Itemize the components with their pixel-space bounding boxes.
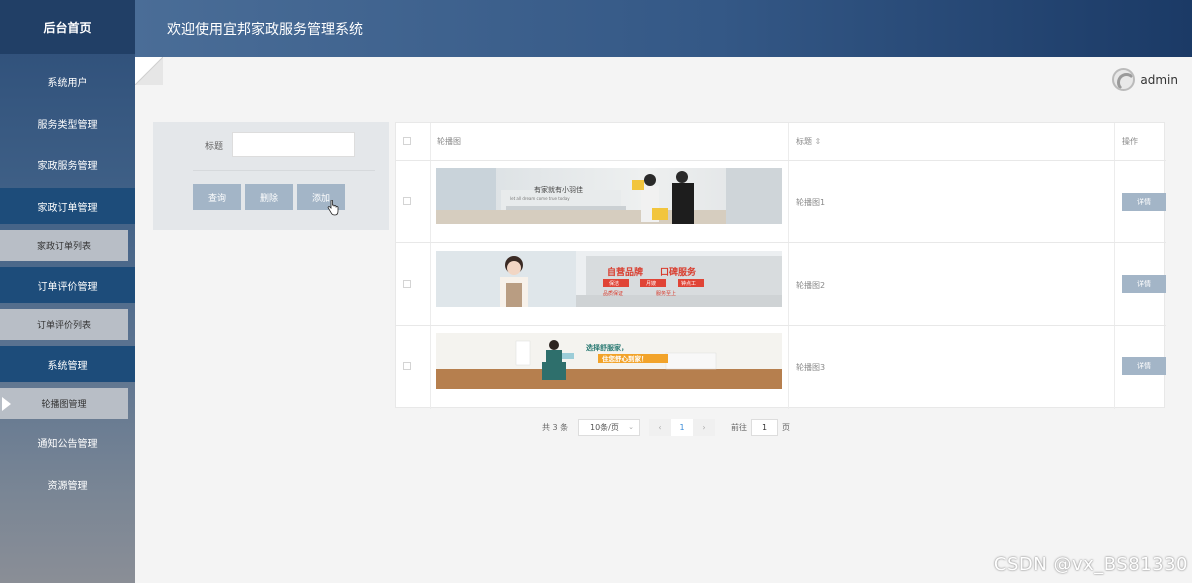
banner-text: 保洁 [609, 280, 619, 287]
carousel-image: 选择舒服家， 住您舒心到家！ [436, 333, 782, 389]
row-separator [396, 160, 1166, 161]
sidebar-item-system-management[interactable]: 系统管理 [0, 346, 135, 382]
current-indicator-icon [2, 397, 11, 411]
column-separator [788, 123, 789, 409]
page-title: 欢迎使用宜邦家政服务管理系统 [167, 21, 363, 38]
title-filter-label: 标题 [205, 142, 224, 152]
next-page-button[interactable]: › [693, 419, 715, 436]
page-unit-label: 页 [782, 423, 790, 432]
banner-text: 钟点工 [681, 280, 696, 287]
row-separator [396, 325, 1166, 326]
row-checkbox[interactable] [403, 362, 411, 370]
top-header: 欢迎使用宜邦家政服务管理系统 [135, 0, 1192, 57]
collapse-toggle-icon[interactable] [135, 57, 163, 85]
row-checkbox[interactable] [403, 280, 411, 288]
header-title-label: 标题 [796, 137, 812, 146]
banner-text: 自营品牌 [607, 266, 643, 278]
banner-text: 住您舒心到家！ [602, 354, 648, 363]
banner-text: let all dream come true today [510, 196, 570, 201]
sidebar-item-housekeeping-services[interactable]: 家政服务管理 [0, 146, 135, 182]
carousel-image: 自营品牌 口碑服务 保洁 月嫂 钟点工 品质保证 服务至上 [436, 251, 782, 307]
prev-page-button[interactable]: ‹ [649, 419, 671, 436]
page-size-value: 10条/页 [590, 423, 619, 432]
banner-text: 月嫂 [646, 280, 656, 287]
row-checkbox[interactable] [403, 197, 411, 205]
sidebar-home-link[interactable]: 后台首页 [0, 0, 135, 54]
page-number-1[interactable]: 1 [671, 419, 693, 436]
banner-text: 有家就有小羽佳 [534, 185, 583, 194]
header-action: 操作 [1122, 137, 1138, 146]
select-all-checkbox[interactable] [403, 137, 411, 145]
delete-button[interactable]: 删除 [245, 184, 293, 210]
banner-text: 选择舒服家， [586, 343, 628, 352]
query-button[interactable]: 查询 [193, 184, 241, 210]
sidebar-item-service-types[interactable]: 服务类型管理 [0, 105, 135, 141]
banner-text: 品质保证 [603, 290, 623, 297]
detail-button[interactable]: 详情 [1122, 275, 1166, 293]
chevron-down-icon: ⌄ [628, 423, 634, 431]
goto-page-input[interactable]: 1 [751, 419, 778, 436]
sidebar-subitem-review-list[interactable]: 订单评价列表 [0, 309, 128, 340]
sidebar-item-reviews[interactable]: 订单评价管理 [0, 267, 135, 303]
detail-button[interactable]: 详情 [1122, 193, 1166, 211]
page-navigation: ‹ 1 › [649, 419, 715, 436]
search-panel: 标题 查询 删除 添加 [153, 122, 389, 230]
sidebar-item-orders[interactable]: 家政订单管理 [0, 188, 135, 224]
avatar [1112, 68, 1136, 91]
column-separator [430, 123, 431, 409]
carousel-table: 轮播图 标题 ⇕ 操作 有家就有小羽佳 let all dream come t… [395, 122, 1166, 409]
page-size-select[interactable]: 10条/页 ⌄ [578, 419, 640, 436]
sidebar-subitem-order-list[interactable]: 家政订单列表 [0, 230, 128, 261]
header-image: 轮播图 [437, 137, 461, 146]
sidebar: 后台首页 系统用户 服务类型管理 家政服务管理 家政订单管理 家政订单列表 订单… [0, 0, 135, 583]
sidebar-item-notices[interactable]: 通知公告管理 [0, 424, 135, 460]
sidebar-subitem-carousel[interactable]: 轮播图管理 [0, 388, 128, 419]
carousel-image: 有家就有小羽佳 let all dream come true today [436, 168, 782, 224]
header-title[interactable]: 标题 ⇕ [796, 136, 821, 147]
user-menu[interactable]: admin [1112, 68, 1178, 91]
watermark: CSDN @vx_BS81330 [993, 554, 1188, 575]
detail-button[interactable]: 详情 [1122, 357, 1166, 375]
pagination-total: 共 3 条 [542, 423, 569, 432]
row-title: 轮播图2 [796, 281, 826, 290]
column-separator [1114, 123, 1115, 409]
row-separator [396, 242, 1166, 243]
title-search-input[interactable] [232, 132, 355, 157]
banner-text: 服务至上 [656, 290, 676, 297]
hand-cursor-icon [327, 200, 339, 216]
search-divider [193, 170, 375, 171]
row-title: 轮播图3 [796, 363, 826, 372]
banner-text: 口碑服务 [660, 266, 697, 278]
sidebar-item-system-users[interactable]: 系统用户 [0, 63, 135, 99]
goto-label: 前往 [731, 423, 747, 432]
sidebar-item-resources[interactable]: 资源管理 [0, 466, 135, 502]
sort-icon[interactable]: ⇕ [815, 137, 822, 146]
row-title: 轮播图1 [796, 198, 826, 207]
user-name: admin [1140, 72, 1178, 87]
sidebar-subitem-carousel-label: 轮播图管理 [41, 400, 87, 410]
